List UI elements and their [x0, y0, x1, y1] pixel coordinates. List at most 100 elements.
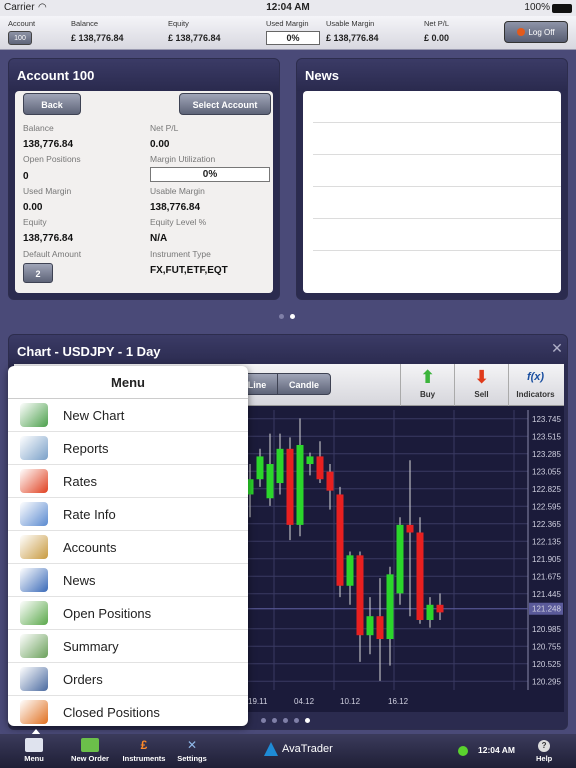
candle-body-down — [336, 494, 344, 586]
tab-instruments[interactable]: £ Instruments — [120, 738, 168, 763]
balance-label: Balance — [71, 19, 99, 28]
tab-instruments-label: Instruments — [122, 754, 166, 763]
menu-item-accounts[interactable]: Accounts — [8, 531, 248, 564]
select-account-button[interactable]: Select Account — [179, 93, 271, 115]
chart-close-icon[interactable]: ✕ — [548, 340, 566, 358]
account-summary-bar: Account 100 Balance £ 138,776.84 Equity … — [0, 16, 576, 50]
menu-item-label: Orders — [63, 672, 103, 687]
instruments-icon: £ — [140, 738, 148, 752]
news-row-divider — [313, 154, 561, 155]
candle-body-up — [296, 445, 304, 525]
y-tick-label: 123.515 — [532, 432, 561, 441]
page-dot[interactable] — [261, 718, 266, 723]
account-label: Account — [8, 19, 36, 28]
menu-item-rates[interactable]: Rates — [8, 465, 248, 498]
open-positions-value: 0 — [23, 171, 29, 182]
y-tick-label: 122.595 — [532, 502, 561, 511]
menu-item-orders[interactable]: Orders — [8, 663, 248, 696]
used-margin-value: 0% — [266, 31, 320, 45]
margin-utilization-value: 0% — [150, 167, 270, 182]
indicators-button[interactable]: f(x) Indicators — [508, 364, 562, 406]
news-panel-title: News — [297, 59, 567, 91]
menu-tab-icon — [25, 738, 43, 752]
account-details: Back Select Account Balance 138,776.84 N… — [15, 91, 273, 293]
page-dot[interactable] — [279, 314, 284, 319]
menu-item-new-chart[interactable]: New Chart — [8, 399, 248, 432]
usable-margin-value: £ 138,776.84 — [326, 33, 379, 43]
y-tick-label: 121.675 — [532, 572, 561, 581]
candle-body-up — [266, 464, 274, 499]
candle-body-down — [416, 532, 424, 620]
default-amount-button[interactable]: 2 — [23, 263, 53, 283]
closed-positions-icon — [20, 700, 48, 724]
news-row-divider — [313, 218, 561, 219]
news-row-divider — [313, 250, 561, 251]
page-indicator-top — [279, 314, 295, 319]
y-tick-label: 122.825 — [532, 485, 561, 494]
battery-icon — [552, 4, 572, 13]
account-panel-title: Account 100 — [9, 59, 279, 91]
y-tick-label: 120.755 — [532, 642, 561, 651]
used-margin-label: Used Margin — [23, 186, 72, 196]
status-time: 12:04 AM — [266, 2, 310, 13]
chart-panel-title: Chart - USDJPY - 1 Day — [9, 335, 567, 367]
menu-item-closed-positions[interactable]: Closed Positions — [8, 696, 248, 726]
page-dot-active[interactable] — [305, 718, 310, 723]
candle-chart-button[interactable]: Candle — [277, 373, 331, 395]
net-pl-value: 0.00 — [150, 139, 170, 150]
back-button[interactable]: Back — [23, 93, 81, 115]
equity-level-value: N/A — [150, 233, 168, 244]
tab-new-order[interactable]: New Order — [68, 738, 112, 763]
equity-label: Equity — [23, 217, 47, 227]
usable-margin-value: 138,776.84 — [150, 202, 201, 213]
tab-new-order-label: New Order — [71, 754, 109, 763]
menu-item-open-positions[interactable]: Open Positions — [8, 597, 248, 630]
page-indicator-bottom — [261, 718, 310, 723]
tab-help-label: Help — [536, 754, 553, 763]
buy-button[interactable]: ⬆ Buy — [400, 364, 454, 406]
summary-icon — [20, 634, 48, 658]
log-off-button[interactable]: Log Off — [504, 21, 568, 43]
log-off-label: Log Off — [528, 27, 555, 37]
orders-icon — [20, 667, 48, 691]
page-dot[interactable] — [283, 718, 288, 723]
news-row-divider — [313, 122, 561, 123]
news-list[interactable] — [303, 91, 561, 293]
menu-item-label: Rates — [63, 474, 97, 489]
menu-item-summary[interactable]: Summary — [8, 630, 248, 663]
news-panel: News — [296, 58, 568, 300]
power-icon — [517, 28, 526, 36]
brand-name: AvaTrader — [282, 743, 333, 755]
news-row-divider — [313, 186, 561, 187]
page-dot[interactable] — [294, 718, 299, 723]
y-tick-label: 120.985 — [532, 625, 561, 634]
rates-icon — [20, 469, 48, 493]
buy-arrow-icon: ⬆ — [419, 367, 436, 387]
menu-popover: Menu New Chart Reports Rates Rate Info Accou… — [8, 366, 248, 726]
tab-settings[interactable]: ✕ Settings — [176, 738, 208, 763]
usable-margin-label: Usable Margin — [326, 19, 375, 28]
menu-item-label: News — [63, 573, 96, 588]
equity-value: £ 138,776.84 — [168, 33, 221, 43]
account-badge[interactable]: 100 — [8, 31, 32, 45]
candle-body-down — [316, 456, 324, 480]
menu-item-label: Open Positions — [63, 606, 152, 621]
menu-item-label: Rate Info — [63, 507, 116, 522]
menu-item-rate-info[interactable]: Rate Info — [8, 498, 248, 531]
sell-label: Sell — [474, 390, 489, 399]
page-dot-active[interactable] — [290, 314, 295, 319]
y-tick-label: 121.905 — [532, 555, 561, 564]
balance-value: £ 138,776.84 — [71, 33, 124, 43]
y-tick-label: 122.135 — [532, 537, 561, 546]
page-dot[interactable] — [272, 718, 277, 723]
tab-help[interactable]: ? Help — [536, 740, 552, 763]
menu-item-reports[interactable]: Reports — [8, 432, 248, 465]
tab-menu[interactable]: Menu — [20, 738, 48, 763]
margin-utilization-label: Margin Utilization — [150, 154, 216, 164]
menu-item-news[interactable]: News — [8, 564, 248, 597]
candle-body-up — [256, 456, 264, 480]
sell-button[interactable]: ⬇ Sell — [454, 364, 508, 406]
used-margin-value: 0.00 — [23, 202, 43, 213]
y-tick-label: 123.285 — [532, 450, 561, 459]
balance-label: Balance — [23, 123, 54, 133]
